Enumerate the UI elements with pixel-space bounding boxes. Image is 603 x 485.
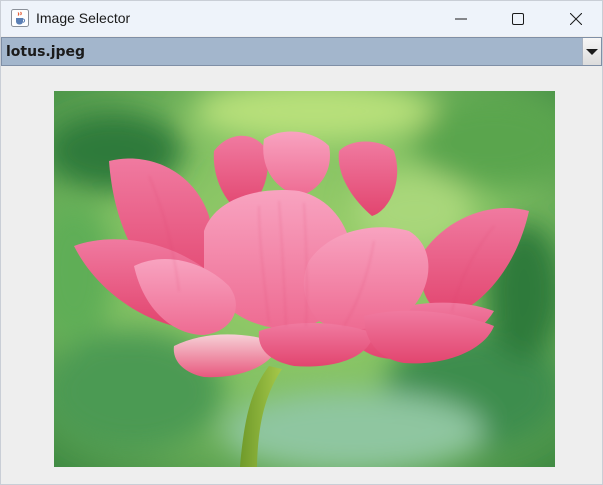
selected-image-name: lotus.jpeg: [6, 44, 86, 60]
selected-image: [54, 91, 555, 467]
app-window: Image Selector lotus.jpeg: [0, 0, 603, 485]
image-select-combobox[interactable]: lotus.jpeg: [1, 37, 602, 66]
maximize-button[interactable]: [495, 1, 541, 36]
close-button[interactable]: [553, 1, 599, 36]
dropdown-arrow-button[interactable]: [582, 38, 601, 65]
minimize-icon: [455, 18, 467, 19]
minimize-button[interactable]: [438, 1, 484, 36]
chevron-down-icon: [586, 48, 598, 55]
window-title: Image Selector: [36, 10, 131, 26]
lotus-flower-image: [54, 91, 555, 467]
close-icon: [570, 12, 582, 25]
java-cup-icon: [11, 9, 29, 27]
maximize-icon: [512, 12, 524, 25]
title-bar[interactable]: Image Selector: [1, 1, 602, 36]
